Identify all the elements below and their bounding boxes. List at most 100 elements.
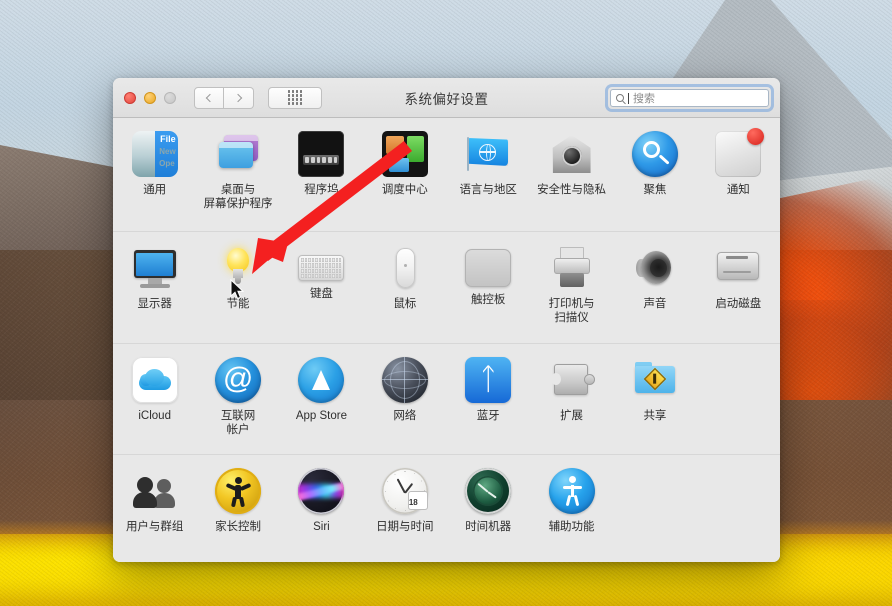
pref-label: iCloud	[138, 410, 171, 422]
pref-grid-empty-cell	[613, 455, 696, 562]
desktop-screensaver-icon	[215, 131, 261, 177]
pref-item-security-privacy[interactable]: 安全性与隐私	[530, 118, 613, 231]
pref-item-dock[interactable]: 程序坞	[280, 118, 363, 231]
pref-item-trackpad[interactable]: 触控板	[447, 232, 530, 343]
pref-item-date-time[interactable]: 18 日期与时间	[363, 455, 446, 562]
pref-grid-empty-cell	[697, 344, 780, 454]
chevron-left-icon	[205, 93, 215, 102]
pref-row-4: 用户与群组 家长控制 Siri 18 日期与时间 时间机器 辅助功能	[113, 455, 780, 562]
mouse-icon	[382, 245, 428, 291]
pref-row-1: File New Ope 通用 桌面与 屏幕保护程序 程序坞 调度中心 语言与地…	[113, 118, 780, 232]
notifications-icon	[715, 128, 765, 177]
pref-item-energy-saver[interactable]: 节能	[196, 232, 279, 343]
internet-accounts-icon: @	[215, 357, 262, 403]
accessibility-icon	[548, 468, 595, 514]
pref-label: 通知	[726, 184, 750, 196]
preference-pane-grid: File New Ope 通用 桌面与 屏幕保护程序 程序坞 调度中心 语言与地…	[113, 118, 780, 562]
pref-label: 语言与地区	[459, 184, 517, 196]
pref-item-mission-control[interactable]: 调度中心	[363, 118, 446, 231]
language-region-icon	[465, 131, 511, 177]
search-icon	[616, 94, 624, 102]
search-placeholder: 搜索	[633, 93, 655, 105]
date-time-icon: 18	[381, 468, 428, 514]
extensions-icon	[549, 357, 595, 403]
pref-item-app-store[interactable]: App Store	[280, 344, 363, 454]
pref-item-internet-accounts[interactable]: @ 互联网 帐户	[196, 344, 279, 454]
pref-label: 网络	[393, 410, 417, 422]
general-icon: File New Ope	[131, 131, 178, 177]
search-field-focus-ring: 搜索	[608, 87, 771, 109]
back-button[interactable]	[194, 86, 224, 109]
parental-controls-icon	[215, 468, 262, 514]
pref-label: 桌面与 屏幕保护程序	[203, 184, 273, 210]
pref-item-network[interactable]: 网络	[363, 344, 446, 454]
dock-icon	[298, 131, 345, 177]
pref-item-language-region[interactable]: 语言与地区	[447, 118, 530, 231]
pref-item-startup-disk[interactable]: 启动磁盘	[697, 232, 780, 343]
security-privacy-icon	[549, 131, 595, 177]
keyboard-icon	[298, 255, 345, 281]
network-icon	[381, 357, 428, 403]
close-button[interactable]	[124, 91, 136, 104]
system-preferences-window: 系统偏好设置 搜索 File New Ope 通用 桌面与 屏幕保护程序 程序坞…	[113, 78, 780, 562]
trackpad-icon	[465, 249, 512, 287]
forward-button[interactable]	[224, 86, 254, 109]
pref-label: 扩展	[560, 410, 584, 422]
traffic-light-group	[124, 91, 176, 104]
pref-label: Siri	[313, 521, 330, 533]
pref-item-sound[interactable]: 声音	[613, 232, 696, 343]
pref-item-keyboard[interactable]: 键盘	[280, 232, 363, 343]
pref-item-time-machine[interactable]: 时间机器	[447, 455, 530, 562]
show-all-button[interactable]	[268, 86, 322, 109]
pref-label: 用户与群组	[125, 521, 184, 533]
text-caret	[628, 92, 629, 104]
pref-item-users-groups[interactable]: 用户与群组	[113, 455, 196, 562]
users-groups-icon	[132, 468, 178, 514]
pref-grid-empty-cell	[697, 455, 780, 562]
pref-label: 打印机与 扫描仪	[548, 298, 595, 324]
pref-label: 共享	[643, 410, 667, 422]
notification-badge	[747, 128, 765, 145]
pref-item-displays[interactable]: 显示器	[113, 232, 196, 343]
pref-label: 显示器	[137, 298, 172, 310]
pref-label: 节能	[226, 298, 250, 310]
pref-item-sharing[interactable]: 共享	[613, 344, 696, 454]
pref-item-desktop-screensaver[interactable]: 桌面与 屏幕保护程序	[196, 118, 279, 231]
pref-item-siri[interactable]: Siri	[280, 455, 363, 562]
pref-label: 家长控制	[215, 521, 262, 533]
sound-icon	[632, 245, 678, 291]
pref-label: 辅助功能	[548, 521, 595, 533]
pref-item-icloud[interactable]: iCloud	[113, 344, 196, 454]
pref-item-mouse[interactable]: 鼠标	[363, 232, 446, 343]
pref-label: 触控板	[470, 294, 506, 306]
bluetooth-icon: ᛏ	[465, 357, 512, 403]
displays-icon	[132, 245, 178, 291]
pref-label: 聚焦	[643, 184, 667, 196]
minimize-button[interactable]	[144, 91, 156, 104]
printers-scanners-icon	[549, 245, 595, 291]
chevron-right-icon	[233, 93, 242, 102]
pref-item-spotlight[interactable]: 聚焦	[613, 118, 696, 231]
pref-item-bluetooth[interactable]: ᛏ 蓝牙	[447, 344, 530, 454]
energy-saver-icon	[215, 245, 261, 291]
spotlight-icon	[631, 131, 678, 177]
pref-item-general[interactable]: File New Ope 通用	[113, 118, 196, 231]
mission-control-icon	[381, 131, 428, 177]
pref-row-3: iCloud @ 互联网 帐户 App Store 网络 ᛏ 蓝牙 扩展 共享	[113, 344, 780, 455]
zoom-button[interactable]	[164, 91, 176, 104]
pref-item-accessibility[interactable]: 辅助功能	[530, 455, 613, 562]
navigation-button-group	[194, 86, 254, 109]
pref-label: 调度中心	[381, 184, 428, 196]
startup-disk-icon	[715, 245, 761, 291]
pref-item-extensions[interactable]: 扩展	[530, 344, 613, 454]
pref-item-notifications[interactable]: 通知	[697, 118, 780, 231]
pref-label: 键盘	[309, 288, 333, 300]
window-titlebar[interactable]: 系统偏好设置 搜索	[113, 78, 780, 118]
pref-item-printers-scanners[interactable]: 打印机与 扫描仪	[530, 232, 613, 343]
sharing-icon	[632, 357, 678, 403]
search-input[interactable]: 搜索	[610, 89, 769, 107]
pref-label: 声音	[643, 298, 667, 310]
app-store-icon	[298, 357, 345, 403]
pref-label: 通用	[143, 184, 167, 196]
pref-item-parental-controls[interactable]: 家长控制	[196, 455, 279, 562]
